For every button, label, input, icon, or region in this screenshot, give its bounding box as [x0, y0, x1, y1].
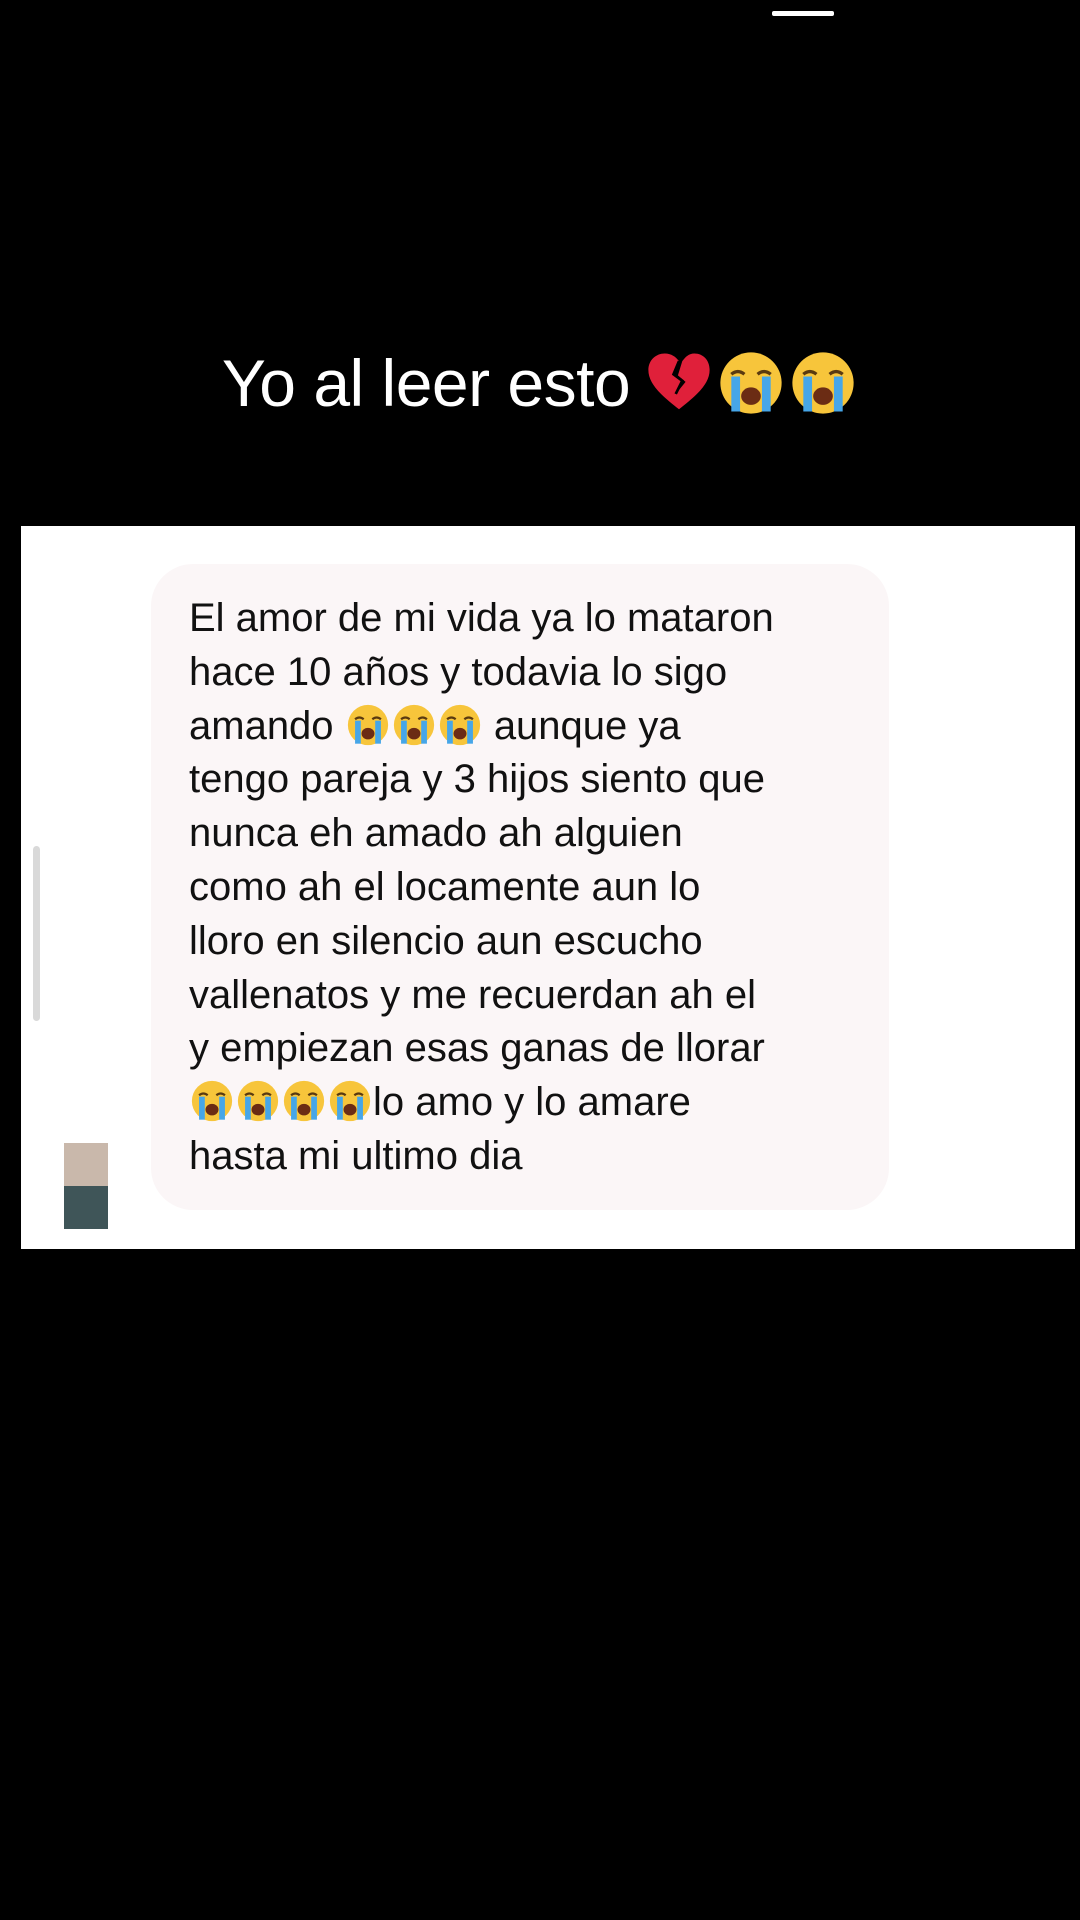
- crying-face-icon: [439, 704, 480, 745]
- message-text: amando: [189, 703, 334, 748]
- message-line: nunca eh amado ah alguien: [189, 811, 683, 856]
- message-text: aunque ya: [493, 703, 681, 748]
- crying-face-icon: [792, 352, 854, 414]
- caption-emojis: [644, 348, 858, 418]
- message-text: lo amo y lo amare: [373, 1080, 691, 1125]
- crying-face-icon: [393, 704, 434, 745]
- message-line: hasta mi ultimo dia: [189, 1133, 523, 1178]
- message-line: como ah el locamente aun lo: [189, 864, 701, 909]
- caption-text: Yo al leer esto: [221, 346, 631, 420]
- crying-face-icon: [237, 1081, 279, 1122]
- message-line: tengo pareja y 3 hijos siento que: [189, 757, 765, 802]
- crying-face-icon: [329, 1081, 371, 1122]
- message-line: lo amo y lo amare: [189, 1076, 855, 1130]
- avatar[interactable]: [64, 1143, 108, 1229]
- scroll-indicator[interactable]: [33, 846, 40, 1021]
- broken-heart-icon: [648, 353, 710, 410]
- crying-face-icon: [347, 704, 388, 745]
- video-caption: Yo al leer esto: [0, 345, 1080, 421]
- message-bubble[interactable]: El amor de mi vida ya lo mataron hace 10…: [151, 564, 889, 1210]
- message-line: amando aunque ya: [189, 700, 855, 754]
- crying-face-icon: [191, 1081, 233, 1122]
- chat-screenshot-panel: El amor de mi vida ya lo mataron hace 10…: [21, 526, 1075, 1249]
- crying-face-icon: [720, 352, 782, 414]
- message-line: hace 10 años y todavia lo sigo: [189, 649, 728, 694]
- message-line: El amor de mi vida ya lo mataron: [189, 596, 774, 640]
- message-line: vallenatos y me recuerdan ah el: [189, 972, 756, 1017]
- message-line: y empiezan esas ganas de llorar: [189, 1026, 765, 1071]
- message-line: lloro en silencio aun escucho: [189, 918, 703, 963]
- top-indicator-bar: [772, 11, 834, 16]
- crying-face-icon: [283, 1081, 325, 1122]
